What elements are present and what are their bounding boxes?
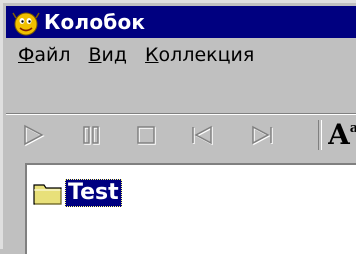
- toolbar-divider: [318, 120, 322, 150]
- play-icon: [24, 124, 45, 147]
- menu-view[interactable]: Вид: [85, 44, 132, 66]
- skip-back-button[interactable]: [188, 123, 216, 147]
- menu-file[interactable]: Файл: [14, 44, 75, 66]
- pause-icon: [83, 126, 100, 145]
- menu-bar: Файл Вид Коллекция: [6, 38, 356, 72]
- tree-item-label: Test: [65, 179, 122, 207]
- collection-tree[interactable]: Test: [25, 163, 356, 254]
- app-window: Колобок Файл Вид Коллекция Aa Test: [0, 0, 356, 254]
- folder-icon: [33, 184, 62, 205]
- skip-back-icon: [192, 125, 213, 146]
- stop-icon: [137, 126, 156, 145]
- pause-button[interactable]: [78, 123, 106, 147]
- toolbar: Aa: [6, 113, 356, 154]
- tree-item-test[interactable]: Test: [33, 179, 122, 207]
- skip-forward-button[interactable]: [248, 123, 276, 147]
- skip-forward-icon: [252, 125, 273, 146]
- title-bar[interactable]: Колобок: [6, 6, 356, 38]
- kolobok-app-icon: [12, 12, 40, 36]
- font-button[interactable]: Aa: [328, 120, 356, 152]
- stop-button[interactable]: [132, 123, 160, 147]
- menu-collection[interactable]: Коллекция: [141, 44, 258, 66]
- play-button[interactable]: [20, 123, 48, 147]
- window-title: Колобок: [44, 10, 146, 34]
